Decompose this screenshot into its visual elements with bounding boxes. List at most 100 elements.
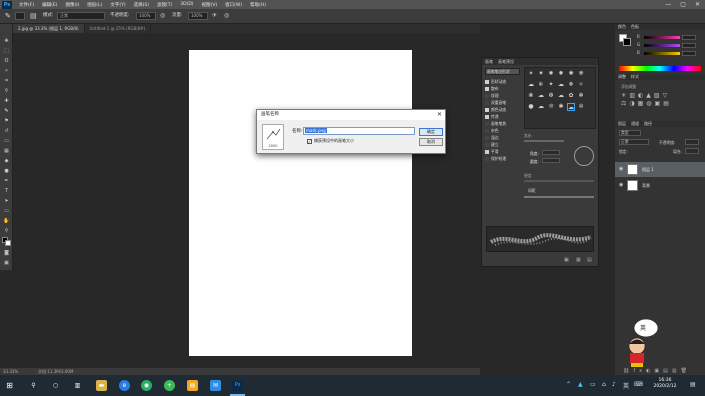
menu-window[interactable]: 窗口(W) [221, 2, 246, 8]
option-smoothing[interactable]: 平滑 [485, 149, 499, 155]
flow-input[interactable]: 100% [188, 12, 208, 20]
noise-checkbox[interactable] [485, 129, 489, 133]
eyedropper-tool-icon[interactable]: ⚲ [3, 88, 10, 94]
tab-document-2[interactable]: Untitled-1 @ 25% (RGB/8#) [85, 24, 152, 33]
windows-start-icon[interactable]: ⊞ [4, 380, 15, 391]
menu-file[interactable]: 文件(F) [15, 2, 38, 8]
brush-tip-icon[interactable]: ☁ [527, 81, 535, 89]
texture-checkbox[interactable] [485, 94, 489, 98]
layer-name[interactable]: 背景 [642, 183, 650, 189]
blue-value-input[interactable] [682, 51, 696, 56]
brush-tip-icon[interactable]: ✷ [537, 70, 545, 78]
pen-tool-icon[interactable]: ✒ [3, 178, 10, 184]
layer-filter-kind[interactable]: 类型 [619, 130, 641, 136]
brush-tip-grid[interactable]: ✶ ✷ ✸ ✹ ✺ ❋ ☁ ❄ ✦ ☁ ❅ ✧ ❀ ☁ ❆ ☁ ✿ ❃ ● ☁ … [524, 67, 596, 129]
green-value-input[interactable] [682, 43, 696, 48]
stamp-tool-icon[interactable]: ⚑ [3, 118, 10, 124]
quick-select-tool-icon[interactable]: ✧ [3, 68, 10, 74]
minimize-button[interactable]: — [665, 1, 671, 8]
smoothing-checkbox[interactable] [485, 150, 489, 154]
tab-swatches[interactable]: 色板 [631, 24, 639, 30]
brush-tip-icon[interactable]: ☁ [557, 92, 565, 100]
brush-tip-icon[interactable]: ✿ [567, 92, 575, 100]
layer-blend-mode[interactable]: 正常 [619, 139, 649, 145]
path-select-tool-icon[interactable]: ➤ [3, 198, 10, 204]
option-wet-edges[interactable]: 湿边 [485, 135, 499, 141]
tray-app-icon[interactable]: ▲ [578, 381, 583, 388]
tab-adjustments[interactable]: 调整 [618, 74, 626, 80]
dialog-close-button[interactable]: ✕ [437, 110, 442, 120]
brush-tip-icon[interactable]: ☁ [537, 92, 545, 100]
layers-footer-icons[interactable]: ⛓fx◐▣▤▥🗑 [615, 368, 705, 375]
brush-tip-icon[interactable]: ☁ [557, 81, 565, 89]
adjustment-icons[interactable]: ☀▥◐▲▧▽ ⚖◑▦◍▣▤ [621, 92, 701, 116]
menu-edit[interactable]: 编辑(E) [38, 2, 61, 8]
brush-pose-checkbox[interactable] [485, 122, 489, 126]
tab-brush[interactable]: 画笔 [485, 59, 493, 65]
build-up-checkbox[interactable] [485, 143, 489, 147]
option-transfer[interactable]: 传递 [485, 114, 499, 120]
brush-tip-icon[interactable]: ❄ [537, 81, 545, 89]
option-color-dynamics[interactable]: 颜色动态 [485, 107, 506, 113]
tab-document-1[interactable]: 2.jpg @ 33.3% (图层 1, RGB/8) [13, 24, 85, 33]
opacity-input[interactable]: 100% [136, 12, 156, 20]
hand-tool-icon[interactable]: ✋ [3, 218, 10, 224]
close-button[interactable]: ✕ [695, 1, 700, 8]
brush-tip-icon[interactable]: ✦ [547, 81, 555, 89]
blur-tool-icon[interactable]: ◆ [3, 158, 10, 164]
option-noise[interactable]: 杂色 [485, 128, 499, 134]
brush-tip-icon[interactable]: ❅ [567, 81, 575, 89]
wet-edges-checkbox[interactable] [485, 136, 489, 140]
angle-input[interactable] [542, 150, 560, 155]
dual-brush-checkbox[interactable] [485, 101, 489, 105]
option-shape-dynamics[interactable]: 形状动态 [485, 79, 506, 85]
brush-tip-icon[interactable]: ✶ [527, 70, 535, 78]
maximize-button[interactable]: ▢ [680, 1, 686, 8]
grid-icon[interactable]: ▦ [576, 257, 581, 263]
shape-tool-icon[interactable]: ▭ [3, 208, 10, 214]
scattering-checkbox[interactable] [485, 87, 489, 91]
zoom-tool-icon[interactable]: ⚲ [3, 228, 10, 234]
menu-view[interactable]: 视图(V) [198, 2, 222, 8]
eraser-tool-icon[interactable]: ▭ [3, 138, 10, 144]
brush-preset-picker[interactable] [15, 12, 25, 20]
brush-name-input[interactable]: mask.png [303, 127, 415, 135]
layer-fill-input[interactable] [685, 148, 699, 154]
app-blue-icon[interactable]: ✉ [210, 380, 221, 391]
document-canvas[interactable] [189, 50, 412, 356]
pressure-size-icon[interactable]: ◎ [224, 12, 229, 20]
brush-tool-icon[interactable]: ✎ [5, 12, 11, 20]
history-brush-tool-icon[interactable]: ↺ [3, 128, 10, 134]
brush-tip-icon[interactable]: ✸ [547, 70, 555, 78]
brush-tool-icon[interactable]: ✎ [3, 108, 10, 114]
protect-texture-checkbox[interactable] [485, 157, 489, 161]
airbrush-icon[interactable]: ✈ [212, 12, 217, 20]
tab-layers[interactable]: 图层 [618, 121, 626, 127]
size-slider[interactable] [524, 140, 564, 142]
file-explorer-icon[interactable]: ▬ [96, 380, 107, 391]
wechat-icon[interactable]: ◉ [141, 380, 152, 391]
layer-name[interactable]: 图层 1 [642, 167, 654, 173]
input-method-icon[interactable]: ⌨ [634, 381, 643, 388]
brush-tip-icon[interactable]: ✱ [557, 103, 565, 111]
tray-chevron-icon[interactable]: ⌃ [566, 381, 571, 388]
menu-type[interactable]: 文字(Y) [106, 2, 129, 8]
move-tool-icon[interactable]: ✥ [3, 38, 10, 44]
healing-tool-icon[interactable]: ✚ [3, 98, 10, 104]
hardness-slider[interactable] [524, 180, 594, 182]
layer-row-selected[interactable]: ◉ 图层 1 [615, 162, 705, 177]
brush-tip-icon[interactable]: ❋ [577, 70, 585, 78]
layer-row[interactable]: ◉ 背景 [615, 178, 705, 193]
tab-color[interactable]: 颜色 [618, 24, 626, 30]
network-icon[interactable]: ⌂ [602, 381, 606, 388]
dodge-tool-icon[interactable]: ● [3, 168, 10, 174]
app-orange-icon[interactable]: ▤ [187, 380, 198, 391]
cancel-button[interactable]: 取消 [419, 138, 443, 146]
tab-paths[interactable]: 路径 [644, 121, 652, 127]
shape-dynamics-checkbox[interactable] [485, 80, 489, 84]
pressure-opacity-icon[interactable]: ◎ [160, 12, 165, 20]
menu-filter[interactable]: 滤镜(T) [153, 2, 176, 8]
brush-panel-toggle-icon[interactable]: ▤ [30, 12, 37, 20]
option-scattering[interactable]: 散布 [485, 86, 499, 92]
brush-tip-shape-button[interactable]: 画笔笔尖形状 [485, 68, 520, 75]
